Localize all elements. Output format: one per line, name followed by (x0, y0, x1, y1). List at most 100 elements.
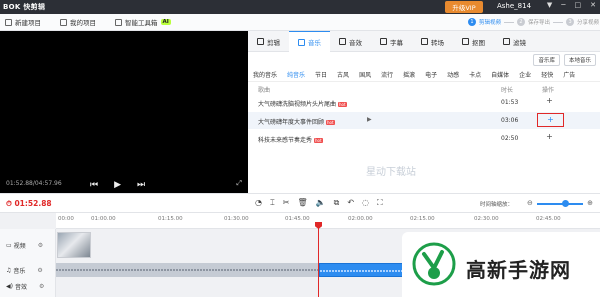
tab-label: 滤镜 (513, 38, 526, 47)
upgrade-vip-button[interactable]: 升级VIP (445, 1, 483, 13)
genre-tab[interactable]: 节日 (310, 68, 332, 81)
song-duration: 02:50 (501, 135, 519, 142)
main-toolbar: 新建项目 我的项目 智能工具箱 AI 1 剪辑视频 2 保存导出 3 分享视频 (0, 14, 600, 31)
list-item[interactable]: 大气磅礴年度大事件回顾 hot ▶ 03:06 + (248, 112, 600, 129)
site-logo-overlay: 高新手游网 (402, 232, 600, 297)
filter-icon (503, 38, 510, 45)
fullscreen-icon[interactable]: ⤢ (236, 179, 242, 188)
genre-tab[interactable]: 企业 (514, 68, 536, 81)
smart-toolbox-button[interactable]: 智能工具箱 AI (115, 17, 171, 27)
split-icon[interactable]: ⌶ (270, 198, 275, 208)
column-header-name: 歌曲 (258, 87, 271, 94)
tab-cutout[interactable]: 抠图 (453, 31, 494, 52)
app-window: BOK 快剪辑 升级VIP Ashe_814 ▼ ─ □ ✕ 新建项目 我的项目… (0, 0, 600, 297)
list-item[interactable]: 大气磅礴洗脑视频片头片尾曲 hot 01:53 + (248, 94, 600, 111)
playhead-line[interactable] (318, 222, 319, 297)
zoom-slider[interactable]: ⊖ ⊕ (527, 199, 593, 209)
genre-tab[interactable]: 流行 (376, 68, 398, 81)
genre-tab[interactable]: 纯音乐 (282, 68, 310, 81)
prev-frame-icon[interactable]: ⏮ (90, 180, 98, 190)
video-clip[interactable] (57, 232, 91, 258)
genre-tab[interactable]: 广告 (558, 68, 580, 81)
ai-tool-icon[interactable]: ⛶ (377, 198, 383, 208)
tab-subtitles[interactable]: 字幕 (371, 31, 412, 52)
new-project-label: 新建项目 (15, 19, 41, 27)
list-item[interactable]: 科技未来感节奏走秀 hot 02:50 + (248, 130, 600, 147)
add-to-timeline-button[interactable]: + (544, 132, 555, 143)
tick-label: 01:15.00 (158, 216, 183, 222)
song-title-cell: 科技未来感节奏走秀 hot (258, 135, 323, 144)
waveform (56, 269, 318, 271)
step-1-label[interactable]: 剪辑视频 (479, 18, 501, 26)
tab-music[interactable]: 音乐 (289, 31, 330, 52)
zoom-knob[interactable] (562, 200, 569, 207)
genre-tab[interactable]: 自媒体 (486, 68, 514, 81)
zoom-track[interactable] (537, 203, 583, 205)
add-to-timeline-button[interactable]: + (537, 113, 564, 127)
minimize-icon[interactable]: ─ (561, 1, 565, 9)
dropdown-icon[interactable]: ▼ (547, 1, 552, 9)
smart-toolbox-label: 智能工具箱 (125, 19, 158, 27)
genre-tab[interactable]: 电子 (420, 68, 442, 81)
speed-icon[interactable]: ◔ (255, 198, 262, 208)
toolbox-icon (115, 18, 122, 26)
genre-tab[interactable]: 我的音乐 (248, 68, 282, 81)
new-project-button[interactable]: 新建项目 (5, 17, 41, 27)
gear-icon[interactable]: ⚙ (38, 242, 43, 249)
delete-icon[interactable]: 🗑 (298, 198, 308, 208)
genre-tab[interactable]: 古风 (332, 68, 354, 81)
tick-label: 00:00 (58, 216, 74, 222)
play-preview-icon[interactable]: ▶ (367, 116, 372, 123)
genre-tab[interactable]: 摇滚 (398, 68, 420, 81)
tab-filters[interactable]: 滤镜 (494, 31, 535, 52)
tab-edit[interactable]: 剪辑 (248, 31, 289, 52)
video-camera-icon: ▭ (6, 242, 12, 249)
step-1-dot: 1 (468, 18, 476, 26)
step-divider (553, 21, 564, 23)
music-note-icon: ♫ (6, 267, 12, 274)
genre-tabs: 我的音乐 纯音乐 节日 古风 国风 流行 摇滚 电子 动感 卡点 自媒体 企业 … (248, 68, 600, 82)
tick-label: 02:15.00 (410, 216, 435, 222)
song-title: 大气磅礴年度大事件回顾 (258, 119, 325, 126)
timeline-ruler[interactable]: 00:00 01:00.00 01:15.00 01:30.00 01:45.0… (56, 213, 600, 229)
my-projects-button[interactable]: 我的项目 (60, 17, 96, 27)
genre-tab[interactable]: 国风 (354, 68, 376, 81)
genre-tab[interactable]: 轻快 (536, 68, 558, 81)
track-labels: ▭ 视频 ⚙ ♫ 音乐 ⚙ ◀) 音效 ⚙ (0, 229, 56, 297)
my-projects-label: 我的项目 (70, 19, 96, 27)
scissors-icon (257, 38, 264, 45)
maximize-icon[interactable]: □ (575, 1, 582, 9)
cut-icon[interactable]: ✂ (283, 198, 290, 208)
volume-icon[interactable]: 🔈 (316, 198, 326, 208)
local-music-button[interactable]: 本地音乐 (563, 54, 596, 66)
library-buttons: 音乐库 本地音乐 (533, 54, 596, 66)
play-icon[interactable]: ▶ (114, 180, 121, 190)
gear-icon[interactable]: ⚙ (37, 267, 42, 274)
zoom-out-icon[interactable]: ⊖ (527, 199, 533, 207)
brand-text: 高新手游网 (466, 258, 571, 282)
step-3-label[interactable]: 分享视频 (577, 18, 599, 26)
current-time: ⏱ 01:52.88 (6, 199, 52, 208)
username[interactable]: Ashe_814 (497, 2, 531, 10)
step-2-label[interactable]: 保存导出 (528, 18, 550, 26)
gear-icon[interactable]: ⚙ (39, 283, 44, 290)
zoom-in-icon[interactable]: ⊕ (587, 199, 593, 207)
tab-label: 字幕 (390, 38, 403, 47)
music-library-button[interactable]: 音乐库 (533, 54, 560, 66)
undo-icon[interactable]: ↶ (347, 198, 354, 208)
folder-icon (60, 18, 67, 26)
watermark: 星动下载站 (366, 167, 416, 178)
genre-tab[interactable]: 卡点 (464, 68, 486, 81)
tab-sound-effects[interactable]: 音效 (330, 31, 371, 52)
video-preview[interactable]: 01:52.88/04:57.96 ⏮ ▶ ⏭ ⤢ (0, 31, 248, 193)
add-to-timeline-button[interactable]: + (544, 96, 555, 107)
next-frame-icon[interactable]: ⏭ (137, 180, 145, 190)
track-name: 音效 (14, 284, 27, 291)
genre-tab[interactable]: 动感 (442, 68, 464, 81)
tab-transitions[interactable]: 转场 (412, 31, 453, 52)
music-clip[interactable] (56, 263, 318, 277)
current-time-value: 01:52.88 (14, 199, 52, 208)
crop-icon[interactable]: ⧉ (334, 198, 340, 208)
close-icon[interactable]: ✕ (590, 1, 596, 9)
freeze-icon[interactable]: ◌ (362, 198, 369, 208)
